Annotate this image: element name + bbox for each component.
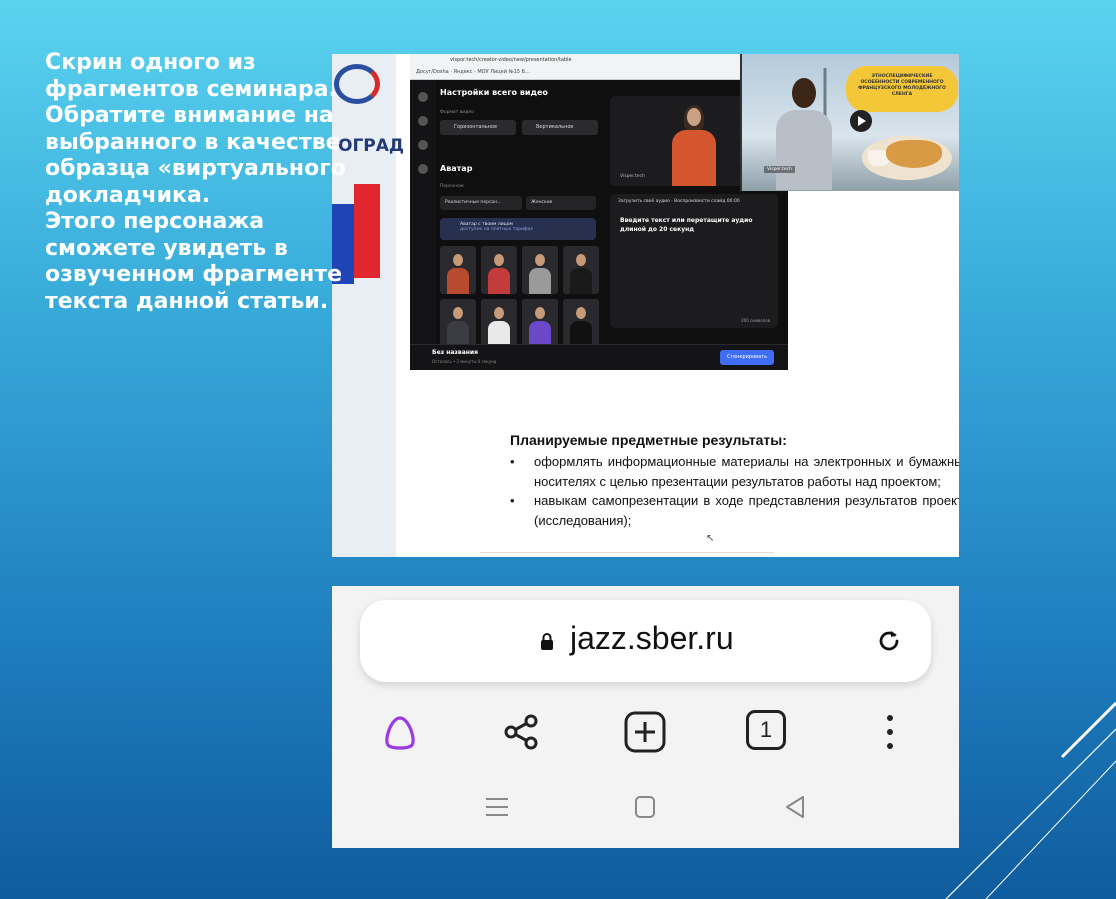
- video-caption: Visper.tech: [764, 166, 795, 173]
- mobile-browser-screenshot: jazz.sber.ru 1: [332, 586, 959, 848]
- slide-caption: Скрин одного из фрагментов семинара. Обр…: [45, 50, 395, 315]
- caption-line: текста данной статьи.: [45, 288, 329, 314]
- back-icon: [786, 796, 804, 818]
- share-icon: [504, 714, 538, 750]
- project-remaining: Осталось • 2 минуты 0 секунд: [432, 359, 497, 364]
- results-list: оформлять информационные материалы на эл…: [510, 452, 959, 530]
- presenter-avatar: [687, 108, 701, 126]
- back-button[interactable]: [780, 792, 810, 822]
- banner-subtitle: доступно на платных тарифах: [460, 227, 534, 232]
- tabs-count-icon: 1: [746, 710, 786, 750]
- more-menu-button[interactable]: [868, 710, 912, 754]
- generate-button[interactable]: Сгенерировать: [720, 350, 774, 365]
- custom-avatar-banner[interactable]: Аватар с твоим лицом доступно на платных…: [440, 218, 596, 240]
- char-counter: 200 символов: [741, 318, 770, 323]
- editor-title: Настройки всего видео: [440, 88, 548, 97]
- play-button[interactable]: [850, 110, 872, 132]
- tabs-button[interactable]: 1: [746, 710, 790, 754]
- list-item: навыкам самопрезентации в ходе представл…: [510, 491, 959, 530]
- new-tab-icon: [624, 711, 666, 753]
- editor-side-rail: [410, 80, 436, 344]
- format-horizontal-button[interactable]: Горизонтальное: [440, 120, 516, 135]
- character-label: Персонаж: [440, 184, 464, 189]
- avatar-tile[interactable]: [481, 246, 517, 294]
- avatar-tile[interactable]: [563, 299, 599, 347]
- reload-icon[interactable]: [874, 626, 904, 656]
- document-scroll-strip: [480, 552, 774, 557]
- seminar-screenshot: ОГРАД vispor.tech/creator-video/new/pres…: [332, 54, 959, 557]
- avatar-tile[interactable]: [522, 246, 558, 294]
- lock-icon: [541, 633, 553, 650]
- virtual-presenter-head: [792, 78, 816, 108]
- rail-item-background[interactable]: [418, 140, 428, 150]
- caption-line: Этого персонажа: [45, 209, 265, 234]
- caption-line: сможете увидеть в: [45, 235, 288, 261]
- format-label: Формат видео: [440, 110, 474, 115]
- new-tab-button[interactable]: [623, 710, 667, 754]
- share-button[interactable]: [500, 710, 544, 754]
- avatar-tile[interactable]: [440, 246, 476, 294]
- topic-banner: ЭТНОСПЕЦИФИЧЕСКИЕ ОСОБЕННОСТИ СОВРЕМЕННО…: [846, 66, 958, 112]
- browser-chrome: vispor.tech/creator-video/new/presentati…: [410, 54, 788, 80]
- caption-line: докладчика.: [45, 182, 211, 208]
- caption-line: образца «виртуального: [45, 156, 346, 181]
- play-icon: [858, 116, 866, 126]
- avatar-tile[interactable]: [522, 299, 558, 347]
- avatar-tile[interactable]: [440, 299, 476, 347]
- avatar-section-title: Аватар: [440, 164, 473, 173]
- system-navigation-bar: [332, 782, 959, 832]
- avatar-tile[interactable]: [481, 299, 517, 347]
- script-placeholder: Введите текст или перетащите аудио длино…: [620, 217, 753, 233]
- gender-select[interactable]: Женские: [526, 196, 596, 210]
- home-icon: [635, 796, 655, 818]
- virtual-presenter-body: [776, 110, 832, 190]
- caption-line: выбранного в качестве: [45, 129, 341, 155]
- editor-bottom-bar: Без названия Осталось • 2 минуты 0 секун…: [410, 344, 788, 370]
- project-name[interactable]: Без названия: [432, 349, 478, 356]
- script-text-panel[interactable]: Загрузить своё аудио · Воспроизвести сла…: [610, 194, 778, 328]
- preview-caption: Visper.tech: [620, 174, 645, 179]
- rail-item-buttons[interactable]: [418, 164, 428, 174]
- rail-item-general[interactable]: [418, 92, 428, 102]
- avatar-type-select[interactable]: Реалистичные персон...: [440, 196, 522, 210]
- avatar-grid: [440, 246, 600, 347]
- format-vertical-button[interactable]: Вертикальное: [522, 120, 598, 135]
- topic-banner-text: ЭТНОСПЕЦИФИЧЕСКИЕ ОСОБЕННОСТИ СОВРЕМЕННО…: [858, 74, 946, 97]
- browser-toolbar: 1: [332, 706, 959, 756]
- list-item: оформлять информационные материалы на эл…: [510, 452, 959, 491]
- caption-line: Скрин одного из: [45, 50, 256, 75]
- audio-tabs[interactable]: Загрузить своё аудио · Воспроизвести сла…: [618, 199, 740, 204]
- alice-icon: [385, 716, 415, 750]
- avatar-tile[interactable]: [563, 246, 599, 294]
- url-text: jazz.sber.ru: [570, 620, 734, 656]
- address-bar[interactable]: jazz.sber.ru: [360, 600, 931, 682]
- caption-line: Обратите внимание на: [45, 103, 334, 128]
- recents-button[interactable]: [482, 792, 512, 822]
- mouse-cursor-icon: ↖: [706, 533, 715, 544]
- browser-url[interactable]: vispor.tech/creator-video/new/presentati…: [450, 57, 572, 63]
- presenter-video-frame: ЭТНОСПЕЦИФИЧЕСКИЕ ОСОБЕННОСТИ СОВРЕМЕННО…: [740, 54, 959, 191]
- caption-line: фрагментов семинара.: [45, 76, 337, 102]
- caption-line: озвученном фрагменте: [45, 262, 343, 287]
- results-heading: Планируемые предметные результаты:: [510, 432, 787, 448]
- home-button[interactable]: [630, 792, 660, 822]
- bookmarks-bar[interactable]: Досуг/Dosha · Яндекс · МОУ Лицей №15 Б..…: [416, 69, 530, 75]
- video-editor-app: vispor.tech/creator-video/new/presentati…: [410, 54, 788, 370]
- alice-button[interactable]: [378, 710, 422, 754]
- recents-icon: [486, 798, 508, 816]
- croissant-image: [886, 140, 942, 168]
- more-icon: [887, 715, 893, 749]
- rail-item-avatar[interactable]: [418, 116, 428, 126]
